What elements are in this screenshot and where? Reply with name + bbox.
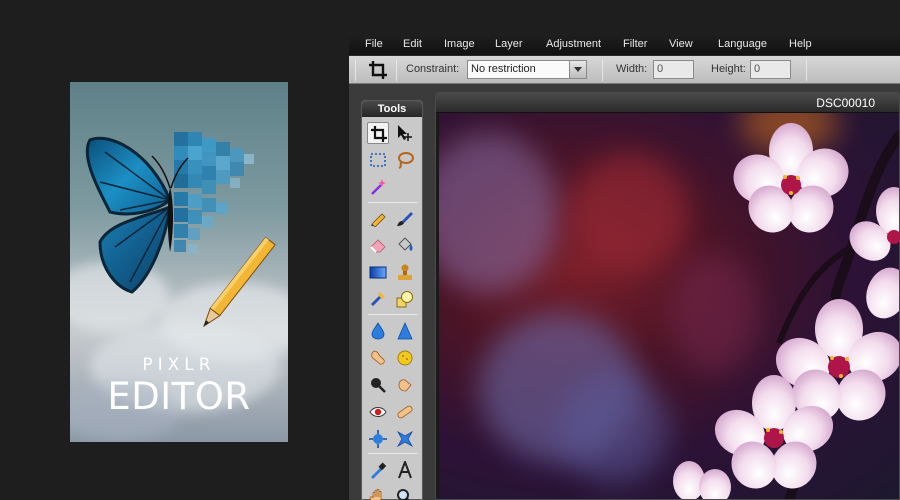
document-canvas[interactable] <box>439 113 899 499</box>
constraint-select[interactable]: No restriction <box>467 60 587 79</box>
menu-image[interactable]: Image <box>444 38 475 50</box>
pencil-tool[interactable] <box>367 207 389 229</box>
screen: PIXLR EDITOR File Edit Image Layer Adjus… <box>0 0 900 500</box>
sponge-icon <box>397 350 413 366</box>
menu-language[interactable]: Language <box>718 38 767 50</box>
options-separator <box>355 59 356 81</box>
move-icon <box>398 125 412 141</box>
magic-wand-tool[interactable] <box>367 176 389 198</box>
constraint-value: No restriction <box>471 63 536 75</box>
tools-separator <box>368 453 418 454</box>
drawing-icon <box>396 291 413 308</box>
color-replace-icon <box>371 292 385 306</box>
height-input[interactable]: 0 <box>750 60 791 79</box>
options-separator <box>602 59 603 81</box>
paint-bucket-icon <box>398 237 413 251</box>
move-tool[interactable] <box>394 122 416 144</box>
tools-separator <box>368 202 418 203</box>
pixlr-editor-window: File Edit Image Layer Adjustment Filter … <box>349 34 900 500</box>
blur-tool[interactable] <box>367 320 389 342</box>
zoom-tool[interactable] <box>394 486 416 500</box>
type-tool[interactable] <box>394 459 416 481</box>
menu-filter[interactable]: Filter <box>623 38 647 50</box>
gradient-icon <box>369 266 387 279</box>
clone-stamp-icon <box>398 264 412 280</box>
blur-icon <box>371 322 385 340</box>
dodge-icon <box>371 378 386 393</box>
burn-icon <box>398 379 412 392</box>
type-icon <box>398 461 412 479</box>
brush-tool[interactable] <box>394 207 416 229</box>
lasso-tool[interactable] <box>394 149 416 171</box>
zoom-icon <box>397 489 410 500</box>
drawing-tool[interactable] <box>394 288 416 310</box>
marquee-icon <box>370 153 386 167</box>
magic-wand-icon <box>371 179 386 195</box>
sharpen-tool[interactable] <box>394 320 416 342</box>
document-title: DSC00010 <box>816 96 875 110</box>
color-picker-tool[interactable] <box>367 459 389 481</box>
hand-tool[interactable] <box>367 486 389 500</box>
pinch-icon <box>396 430 414 448</box>
splash-brand: PIXLR <box>142 355 216 375</box>
red-eye-icon <box>369 407 387 417</box>
height-label: Height: <box>711 63 746 75</box>
crop-icon <box>369 61 387 79</box>
splash-product: EDITOR <box>107 375 251 418</box>
spot-heal-icon <box>397 405 413 419</box>
menu-view[interactable]: View <box>669 38 693 50</box>
chevron-down-icon[interactable] <box>569 61 586 78</box>
bloat-icon <box>369 430 387 448</box>
tools-panel-title: Tools <box>362 101 422 117</box>
pinch-tool[interactable] <box>394 428 416 450</box>
brush-icon <box>397 212 413 226</box>
burn-tool[interactable] <box>394 374 416 396</box>
gradient-tool[interactable] <box>367 261 389 283</box>
menu-edit[interactable]: Edit <box>403 38 422 50</box>
clone-stamp-tool[interactable] <box>394 261 416 283</box>
smudge-icon <box>371 350 385 365</box>
pencil-icon <box>371 213 386 227</box>
menu-help[interactable]: Help <box>789 38 812 50</box>
document-titlebar[interactable]: DSC00010 <box>436 93 899 113</box>
hand-icon <box>369 488 382 500</box>
sponge-tool[interactable] <box>394 347 416 369</box>
bloat-tool[interactable] <box>367 428 389 450</box>
tools-panel: Tools <box>361 100 423 500</box>
options-separator <box>396 59 397 81</box>
tool-options-bar: Constraint: No restriction Width: 0 Heig… <box>349 56 900 84</box>
tools-separator <box>368 314 418 315</box>
constraint-label: Constraint: <box>406 63 460 75</box>
width-label: Width: <box>616 63 648 75</box>
cherry-blossom-photo <box>673 123 899 499</box>
menu-file[interactable]: File <box>365 38 383 50</box>
dodge-tool[interactable] <box>367 374 389 396</box>
menu-layer[interactable]: Layer <box>495 38 523 50</box>
width-input[interactable]: 0 <box>653 60 694 79</box>
lasso-icon <box>398 152 414 169</box>
color-picker-icon <box>371 462 387 479</box>
sharpen-icon <box>397 322 413 340</box>
eraser-tool[interactable] <box>367 234 389 256</box>
red-eye-tool[interactable] <box>367 401 389 423</box>
menu-adjustment[interactable]: Adjustment <box>546 38 601 50</box>
crop-tool[interactable] <box>367 122 389 144</box>
options-separator <box>806 59 807 81</box>
spot-heal-tool[interactable] <box>394 401 416 423</box>
smudge-tool[interactable] <box>367 347 389 369</box>
crop-icon <box>371 126 387 142</box>
marquee-tool[interactable] <box>367 149 389 171</box>
pixlr-splash-card: PIXLR EDITOR <box>70 82 288 442</box>
document-window: DSC00010 <box>435 92 900 500</box>
eraser-icon <box>370 239 386 253</box>
color-replace-tool[interactable] <box>367 288 389 310</box>
paint-bucket-tool[interactable] <box>394 234 416 256</box>
menu-bar: File Edit Image Layer Adjustment Filter … <box>349 34 900 56</box>
